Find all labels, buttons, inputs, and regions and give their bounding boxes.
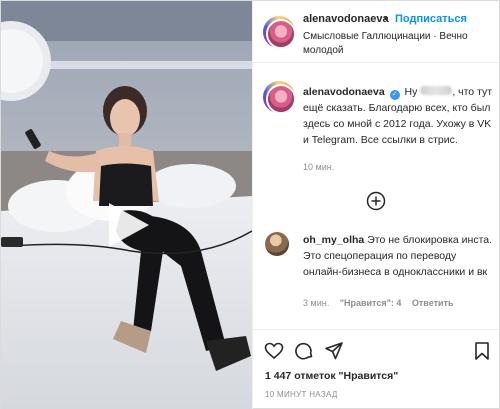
follow-button[interactable]: Подписаться: [395, 13, 467, 25]
caption-author-avatar[interactable]: [263, 81, 296, 114]
comment-timestamp: 3 мин.: [303, 298, 330, 308]
play-icon[interactable]: [105, 199, 153, 251]
comment-username[interactable]: oh_my_olha: [303, 234, 364, 246]
author-username[interactable]: alenavodonaeva: [303, 13, 389, 25]
comment-meta: 3 мин. "Нравится": 4 Ответить: [303, 298, 461, 308]
caption-timestamp: 10 мин.: [303, 162, 335, 172]
author-avatar[interactable]: [263, 16, 296, 49]
comment-item: oh_my_olha Это не блокировка инста. Это …: [303, 232, 493, 280]
separator-dot: •: [384, 13, 388, 25]
comments-section: alenavodonaeva ✓ Ну , что тут ещё сказат…: [253, 64, 500, 328]
post-caption: alenavodonaeva ✓ Ну , что тут ещё сказат…: [303, 84, 495, 148]
post-media-video[interactable]: [1, 1, 252, 409]
caption-text-start: Ну: [404, 86, 418, 98]
post-header: alenavodonaeva • Подписаться Смысловые Г…: [253, 1, 500, 63]
post-container: alenavodonaeva • Подписаться Смысловые Г…: [0, 0, 500, 409]
blurred-word: [420, 86, 453, 95]
heart-icon[interactable]: [264, 341, 284, 361]
comment-icon[interactable]: [294, 341, 314, 361]
comment-likes-count[interactable]: "Нравится": 4: [340, 298, 402, 308]
likes-count[interactable]: 1 447 отметок "Нравится": [265, 370, 398, 382]
plus-circle-icon[interactable]: [366, 191, 386, 211]
bookmark-icon[interactable]: [472, 341, 492, 361]
caption-username[interactable]: alenavodonaeva: [303, 86, 385, 98]
post-side-panel: alenavodonaeva • Подписаться Смысловые Г…: [252, 1, 500, 409]
commenter-avatar[interactable]: [265, 232, 289, 256]
post-date: 10 МИНУТ НАЗАД: [265, 390, 338, 399]
reply-button[interactable]: Ответить: [412, 298, 454, 308]
audio-track-label[interactable]: Смысловые Галлюцинации · Вечно молодой: [303, 30, 488, 58]
share-icon[interactable]: [324, 341, 344, 361]
verified-icon: ✓: [389, 90, 400, 100]
action-bar: [253, 329, 500, 369]
